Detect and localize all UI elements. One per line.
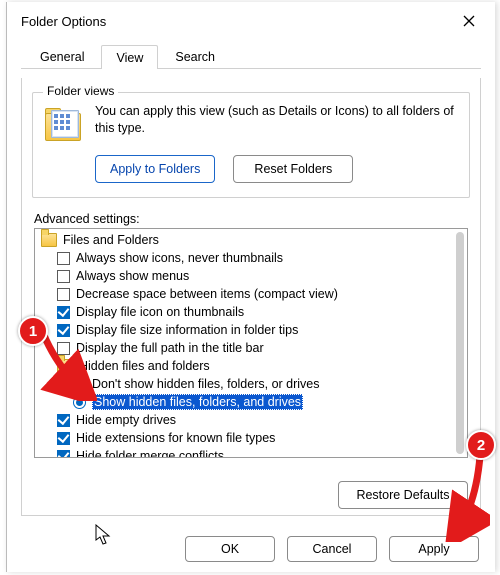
checkbox-icon[interactable] [57, 342, 70, 355]
option-label: Hide folder merge conflicts [76, 449, 224, 457]
checkbox-icon[interactable] [57, 306, 70, 319]
tab-general[interactable]: General [25, 44, 99, 68]
option-label: Hide empty drives [76, 413, 176, 427]
tab-search[interactable]: Search [160, 44, 230, 68]
option-hide-merge-conflicts[interactable]: Hide folder merge conflicts [35, 447, 453, 457]
checkbox-icon[interactable] [57, 450, 70, 458]
folder-views-icon [43, 107, 83, 145]
checkbox-icon[interactable] [57, 324, 70, 337]
checkbox-icon[interactable] [57, 288, 70, 301]
option-show-hidden[interactable]: Show hidden files, folders, and drives [35, 393, 453, 411]
folder-views-description: You can apply this view (such as Details… [95, 103, 459, 137]
advanced-settings-label: Advanced settings: [34, 212, 468, 226]
window-title: Folder Options [21, 14, 453, 29]
folder-icon [57, 359, 73, 373]
option-hide-extensions[interactable]: Hide extensions for known file types [35, 429, 453, 447]
cancel-button[interactable]: Cancel [287, 536, 377, 562]
tab-view[interactable]: View [101, 45, 158, 69]
dialog-button-row: OK Cancel Apply [185, 536, 479, 562]
checkbox-icon[interactable] [57, 270, 70, 283]
close-button[interactable] [453, 7, 485, 35]
option-always-show-menus[interactable]: Always show menus [35, 267, 453, 285]
tree-root-files-and-folders[interactable]: Files and Folders [35, 231, 453, 249]
option-dont-show-hidden[interactable]: Don't show hidden files, folders, or dri… [35, 375, 453, 393]
option-full-path-titlebar[interactable]: Display the full path in the title bar [35, 339, 453, 357]
restore-defaults-button[interactable]: Restore Defaults [338, 481, 468, 509]
option-label: Display file size information in folder … [76, 323, 298, 337]
apply-to-folders-button[interactable]: Apply to Folders [95, 155, 215, 183]
checkbox-icon[interactable] [57, 432, 70, 445]
folder-views-legend: Folder views [43, 84, 118, 98]
radio-icon[interactable] [73, 396, 86, 409]
titlebar: Folder Options [7, 2, 495, 40]
tree-label: Hidden files and folders [79, 359, 210, 373]
folder-options-window: Folder Options General View Search Folde… [6, 2, 495, 572]
option-label: Always show icons, never thumbnails [76, 251, 283, 265]
tree-group-hidden-files[interactable]: Hidden files and folders [35, 357, 453, 375]
scrollbar[interactable] [456, 232, 464, 454]
option-hide-empty-drives[interactable]: Hide empty drives [35, 411, 453, 429]
option-label: Hide extensions for known file types [76, 431, 275, 445]
tab-panel-view: Folder views You can apply this view (su… [21, 78, 481, 516]
option-label: Don't show hidden files, folders, or dri… [92, 377, 320, 391]
apply-button[interactable]: Apply [389, 536, 479, 562]
option-file-icon-on-thumbnails[interactable]: Display file icon on thumbnails [35, 303, 453, 321]
tabstrip: General View Search [7, 40, 495, 68]
reset-folders-button[interactable]: Reset Folders [233, 155, 353, 183]
option-label: Display file icon on thumbnails [76, 305, 244, 319]
checkbox-icon[interactable] [57, 252, 70, 265]
checkbox-icon[interactable] [57, 414, 70, 427]
option-label: Decrease space between items (compact vi… [76, 287, 338, 301]
ok-button[interactable]: OK [185, 536, 275, 562]
folder-icon [41, 233, 57, 247]
option-label: Always show menus [76, 269, 189, 283]
option-label: Show hidden files, folders, and drives [92, 394, 303, 410]
close-icon [463, 15, 475, 27]
option-label: Display the full path in the title bar [76, 341, 264, 355]
option-always-show-icons[interactable]: Always show icons, never thumbnails [35, 249, 453, 267]
folder-views-group: Folder views You can apply this view (su… [32, 92, 470, 198]
tree-label: Files and Folders [63, 233, 159, 247]
advanced-settings-list[interactable]: Files and Folders Always show icons, nev… [34, 228, 468, 458]
option-folder-tips[interactable]: Display file size information in folder … [35, 321, 453, 339]
option-compact-view[interactable]: Decrease space between items (compact vi… [35, 285, 453, 303]
radio-icon[interactable] [73, 378, 86, 391]
